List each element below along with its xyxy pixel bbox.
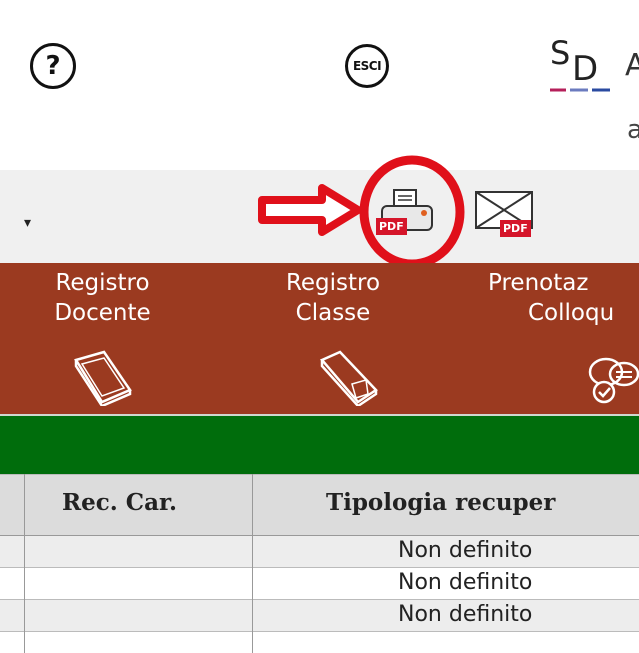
mail-pdf-button[interactable]: PDF bbox=[474, 190, 538, 242]
chat-check-icon bbox=[588, 357, 639, 404]
nav-label-line1: Registro bbox=[285, 270, 381, 296]
help-icon[interactable]: ? bbox=[30, 43, 76, 89]
nav-label-line1: Prenotaz bbox=[488, 270, 589, 296]
tipologia-cell: Non definito bbox=[398, 602, 533, 627]
section-bar bbox=[0, 414, 639, 474]
book-icon bbox=[319, 350, 378, 406]
table-row[interactable]: Non definito bbox=[0, 568, 639, 600]
book-icon bbox=[74, 350, 132, 406]
nav-registro-docente[interactable]: Registro Docente bbox=[30, 268, 175, 328]
nav-label-line2: Docente bbox=[54, 300, 151, 326]
nav-prenotazione-colloqui[interactable]: Prenotaz Colloqu bbox=[488, 268, 639, 328]
annotation-circle bbox=[359, 155, 465, 269]
exit-button[interactable]: ESCI bbox=[345, 44, 389, 88]
nav-label-line2: Classe bbox=[295, 300, 371, 326]
column-divider bbox=[252, 474, 253, 653]
logo: S D bbox=[550, 34, 610, 92]
logo-title-fragment: A bbox=[625, 48, 639, 83]
table-row[interactable]: Non definito bbox=[0, 600, 639, 632]
nav-registro-classe[interactable]: Registro Classe bbox=[268, 268, 398, 328]
column-divider bbox=[24, 474, 25, 653]
table-header-row: Rec. Car. Tipologia recuper bbox=[0, 474, 639, 536]
top-header bbox=[0, 0, 639, 170]
logo-letter-s: S bbox=[550, 34, 570, 72]
exit-label: ESCI bbox=[352, 59, 382, 73]
tipologia-cell: Non definito bbox=[398, 570, 533, 595]
mail-pdf-badge: PDF bbox=[500, 220, 531, 237]
column-header-rec-car[interactable]: Rec. Car. bbox=[62, 489, 177, 516]
nav-label-line1: Registro bbox=[55, 270, 150, 296]
logo-letter-d: D bbox=[572, 49, 598, 89]
nav-label-line2: Colloqu bbox=[528, 300, 615, 326]
logo-subtitle-fragment: a bbox=[627, 115, 639, 145]
column-header-tipologia[interactable]: Tipologia recuper bbox=[326, 489, 555, 516]
table-row[interactable]: Non definito bbox=[0, 536, 639, 568]
dropdown-caret-icon[interactable]: ▾ bbox=[24, 215, 31, 231]
tipologia-cell: Non definito bbox=[398, 538, 533, 563]
annotation-arrow bbox=[258, 184, 362, 236]
